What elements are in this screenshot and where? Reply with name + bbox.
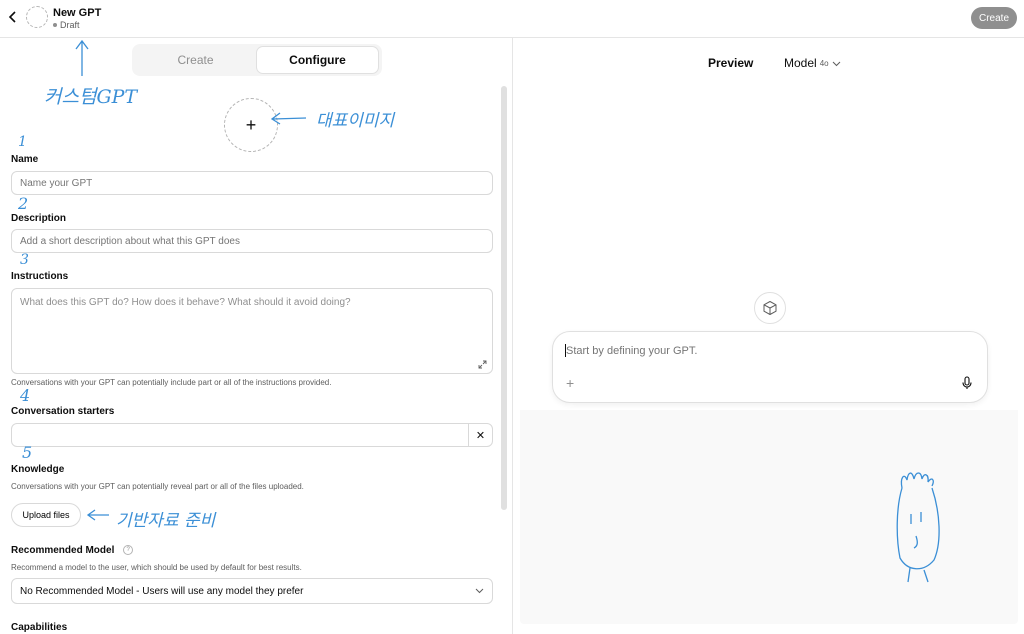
preview-panel: Preview Model 4o + — [514, 38, 1024, 634]
annotation-number-4: 4 — [20, 386, 31, 405]
configure-panel: Create Configure + Name Description Inst… — [0, 38, 513, 634]
message-input[interactable] — [566, 345, 966, 357]
chevron-left-icon[interactable] — [8, 10, 22, 26]
gpt-status: Draft — [53, 20, 80, 30]
starters-label: Conversation starters — [11, 406, 115, 417]
scrollbar[interactable] — [501, 86, 507, 510]
cube-icon — [754, 292, 786, 324]
annotation-rep-image: 대표이미지 — [316, 111, 395, 131]
gpt-avatar — [26, 6, 48, 28]
knowledge-hint: Conversations with your GPT can potentia… — [11, 482, 304, 491]
gpt-title: New GPT — [53, 7, 102, 19]
instructions-label: Instructions — [11, 271, 69, 282]
knowledge-label: Knowledge — [11, 464, 65, 475]
annotation-arrow-left-icon — [270, 112, 307, 125]
name-input[interactable] — [11, 171, 493, 195]
top-bar: New GPT Draft Create — [0, 0, 1024, 38]
model-version: 4o — [819, 58, 829, 68]
close-icon[interactable]: ✕ — [468, 424, 492, 446]
recommended-model-label: Recommended Model ? — [11, 545, 134, 556]
description-input[interactable] — [11, 229, 493, 253]
preview-title: Preview — [708, 56, 754, 70]
chevron-down-icon — [475, 586, 484, 597]
recommended-model-text: Recommended Model — [11, 545, 115, 556]
recommended-model-value: No Recommended Model - Users will use an… — [20, 585, 304, 597]
instructions-hint: Conversations with your GPT can potentia… — [11, 378, 332, 387]
tab-switcher: Create Configure — [132, 44, 382, 76]
recommended-model-hint: Recommend a model to the user, which sho… — [11, 563, 302, 572]
microphone-icon[interactable] — [962, 376, 972, 395]
upload-files-button[interactable]: Upload files — [11, 503, 81, 527]
starter-input[interactable]: ✕ — [11, 423, 493, 447]
model-selector[interactable]: Model 4o — [784, 56, 841, 70]
annotation-arrow-up-icon — [75, 39, 89, 76]
chevron-down-icon — [832, 56, 841, 70]
annotation-custom-gpt: 커스텀GPT — [44, 86, 138, 108]
question-icon[interactable]: ? — [123, 545, 134, 556]
tab-create[interactable]: Create — [135, 47, 256, 73]
annotation-number-3: 3 — [20, 252, 29, 268]
plus-icon[interactable]: + — [566, 375, 574, 391]
status-label: Draft — [60, 20, 80, 30]
create-button[interactable]: Create — [971, 7, 1017, 29]
model-label: Model — [784, 56, 817, 70]
message-composer[interactable]: + — [552, 331, 988, 403]
description-label: Description — [11, 213, 67, 224]
status-dot-icon — [53, 23, 57, 27]
tab-configure[interactable]: Configure — [257, 47, 378, 73]
annotation-number-5: 5 — [22, 443, 33, 462]
instructions-placeholder: What does this GPT do? How does it behav… — [20, 297, 351, 308]
annotation-base-data: 기반자료 준비 — [116, 511, 216, 531]
plus-icon: + — [245, 114, 257, 135]
face-doodle-icon — [896, 472, 940, 583]
annotation-number-2: 2 — [18, 194, 29, 213]
instructions-textarea[interactable]: What does this GPT do? How does it behav… — [11, 288, 493, 374]
recommended-model-select[interactable]: No Recommended Model - Users will use an… — [11, 578, 493, 604]
annotation-arrow-left-icon — [86, 509, 109, 521]
name-label: Name — [11, 154, 39, 165]
expand-icon[interactable] — [478, 360, 487, 369]
annotation-number-1: 1 — [18, 134, 27, 150]
capabilities-label: Capabilities — [11, 622, 68, 633]
